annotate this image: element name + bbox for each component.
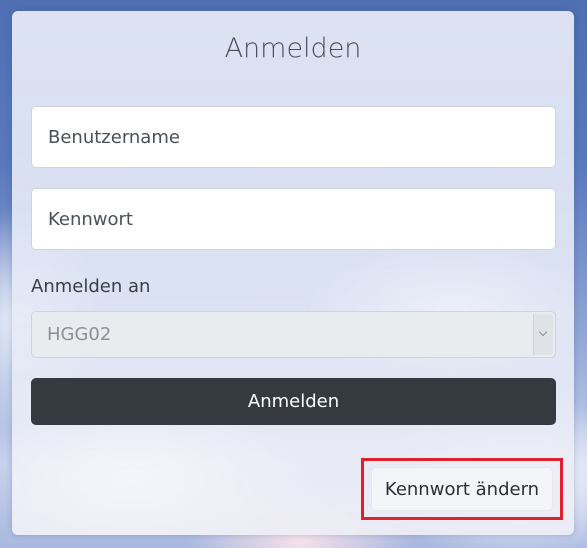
- login-button[interactable]: Anmelden: [31, 378, 556, 425]
- domain-select[interactable]: HGG02: [31, 311, 556, 358]
- page-title: Anmelden: [224, 33, 362, 64]
- change-password-button[interactable]: Kennwort ändern: [371, 467, 553, 511]
- chevron-down-icon[interactable]: [533, 314, 553, 355]
- password-input[interactable]: [31, 188, 556, 250]
- highlight-frame: Kennwort ändern: [361, 458, 563, 520]
- username-input[interactable]: [31, 106, 556, 168]
- domain-label: Anmelden an: [31, 276, 151, 297]
- login-card: Anmelden Anmelden an HGG02 Anmelden Kenn…: [12, 11, 574, 535]
- domain-select-value: HGG02: [47, 324, 112, 345]
